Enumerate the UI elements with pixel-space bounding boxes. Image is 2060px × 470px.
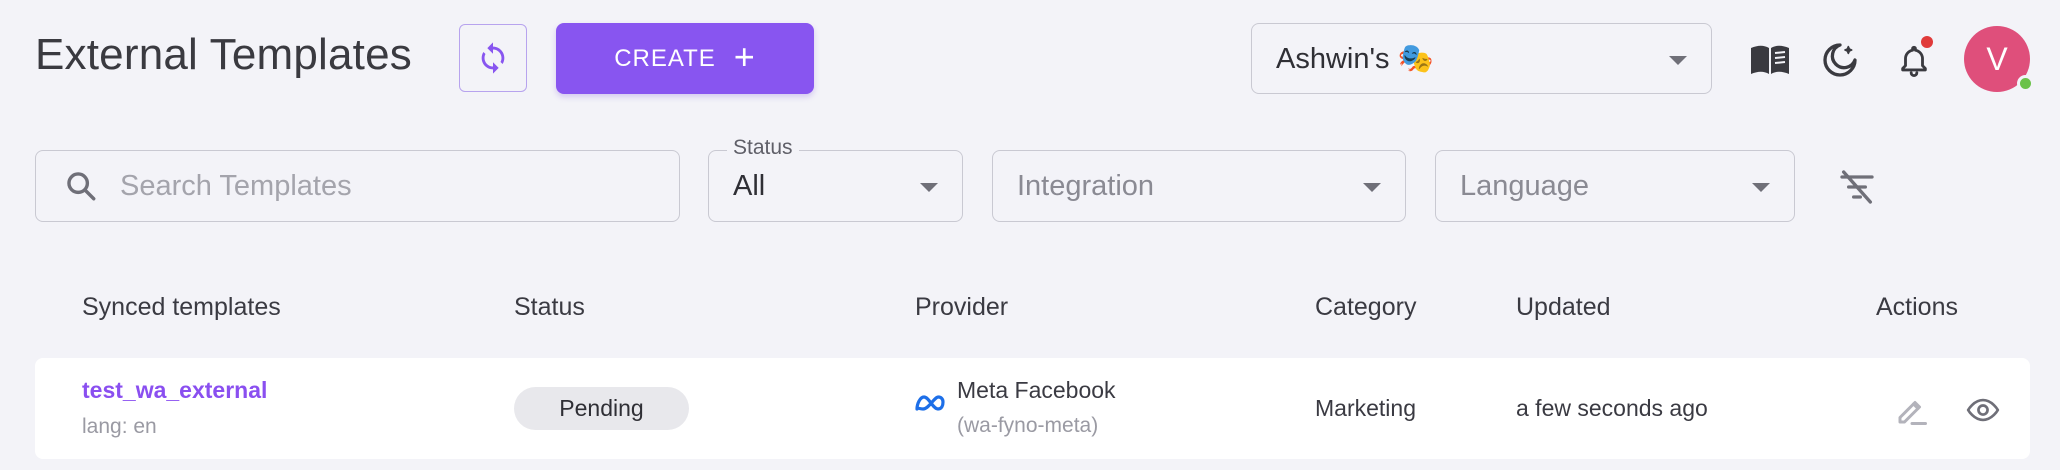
column-header-status: Status (514, 293, 585, 321)
status-select-label: Status (727, 136, 799, 160)
create-button[interactable]: CREATE + (556, 23, 814, 94)
search-icon (67, 172, 96, 201)
status-select[interactable]: Status All (708, 136, 963, 222)
column-header-updated: Updated (1516, 293, 1611, 321)
column-header-category: Category (1315, 293, 1417, 321)
clear-filters-button[interactable] (1836, 166, 1878, 208)
integration-select[interactable]: Integration (992, 150, 1406, 222)
updated-cell: a few seconds ago (1516, 395, 1708, 421)
table-row (35, 358, 2030, 459)
search-field[interactable] (35, 150, 680, 222)
language-select-placeholder: Language (1460, 169, 1590, 202)
search-input[interactable] (120, 169, 640, 203)
template-language: lang: en (82, 415, 157, 438)
dark-mode-icon[interactable] (1818, 38, 1862, 82)
workspace-select[interactable]: Ashwin's 🎭 (1251, 23, 1712, 94)
column-header-actions: Actions (1876, 293, 1958, 321)
chevron-down-icon (1669, 55, 1687, 65)
online-status-dot (2017, 75, 2034, 92)
bell-icon[interactable] (1892, 36, 1936, 82)
chevron-down-icon (1752, 183, 1770, 192)
status-badge: Pending (514, 387, 689, 430)
page-title: External Templates (35, 30, 412, 79)
column-header-synced-templates: Synced templates (82, 293, 281, 321)
status-badge-label: Pending (559, 395, 644, 421)
refresh-icon (481, 42, 505, 74)
template-name-link[interactable]: test_wa_external (82, 377, 267, 404)
chevron-down-icon (920, 183, 938, 192)
create-button-label: CREATE (614, 44, 716, 72)
plus-icon: + (733, 36, 756, 77)
refresh-button[interactable] (459, 24, 527, 92)
edit-icon[interactable] (1891, 389, 1933, 431)
column-header-provider: Provider (915, 293, 1009, 321)
provider-name: Meta Facebook (957, 377, 1116, 403)
workspace-name: Ashwin's 🎭 (1276, 42, 1434, 75)
status-select-value: All (733, 169, 766, 202)
category-cell: Marketing (1315, 395, 1416, 421)
avatar[interactable]: V (1964, 26, 2034, 92)
view-icon[interactable] (1962, 389, 2004, 431)
meta-icon (913, 388, 949, 423)
provider-id: (wa-fyno-meta) (957, 414, 1099, 437)
avatar-initial: V (1986, 40, 2008, 77)
filter-off-icon (1840, 170, 1874, 204)
language-select[interactable]: Language (1435, 150, 1795, 222)
chevron-down-icon (1363, 183, 1381, 192)
notification-dot (1921, 36, 1933, 48)
book-icon[interactable] (1748, 38, 1792, 82)
integration-select-placeholder: Integration (1017, 169, 1155, 202)
